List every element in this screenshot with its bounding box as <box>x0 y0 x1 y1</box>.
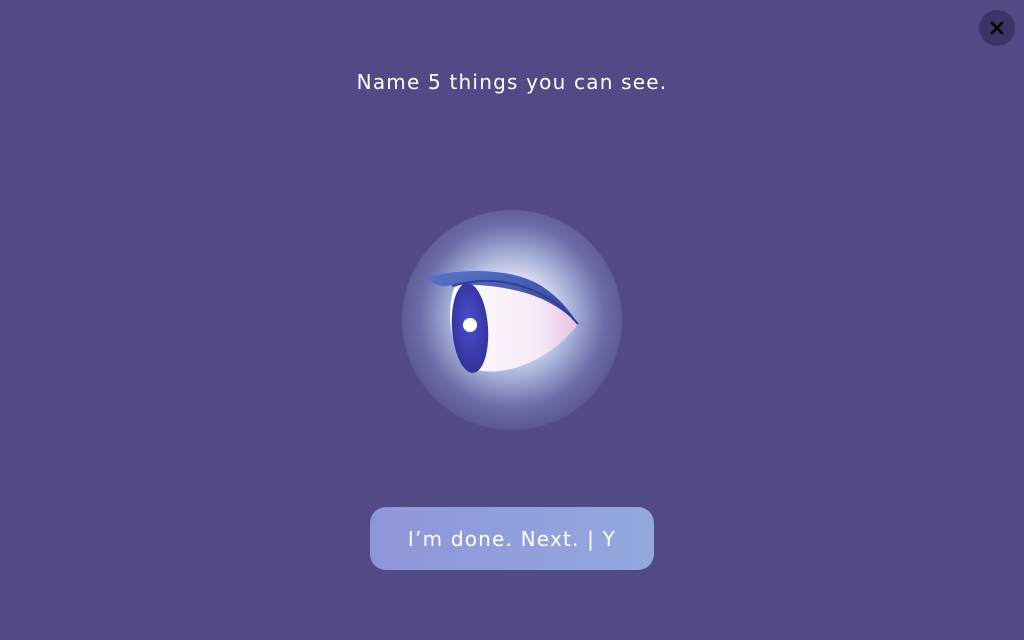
eye-icon <box>428 271 579 373</box>
prompt-text: Name 5 things you can see. <box>356 70 668 94</box>
close-button[interactable] <box>979 10 1015 46</box>
next-button[interactable]: I’m done. Next. | Y <box>370 507 654 570</box>
close-icon <box>990 21 1004 35</box>
eye-illustration <box>402 210 622 430</box>
